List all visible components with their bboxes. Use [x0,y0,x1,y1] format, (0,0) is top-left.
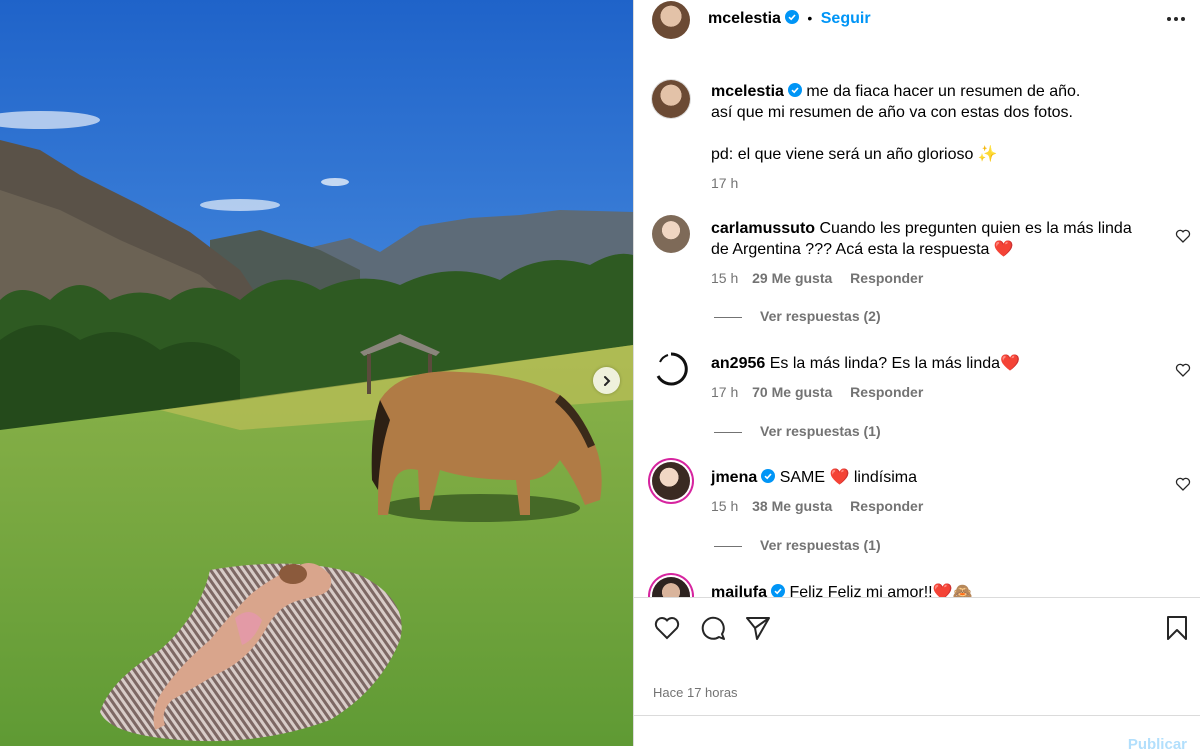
reply-button[interactable]: Responder [850,384,923,400]
author-avatar[interactable] [652,1,690,39]
view-replies-label: Ver respuestas (2) [760,308,881,324]
publish-button[interactable]: Publicar [1128,736,1187,753]
view-replies[interactable]: Ver respuestas (1) [714,423,881,439]
comment-body: jmena SAME ❤️ lindísima 15 h 38 Me gusta… [711,467,1151,517]
heart-icon[interactable] [653,614,681,642]
next-photo-button[interactable] [593,367,620,394]
caption-line-1: me da fiaca hacer un resumen de año. [806,83,1081,100]
commenter-avatar[interactable] [652,462,690,500]
caption-body: mcelestia me da fiaca hacer un resumen d… [711,81,1151,194]
comment-username[interactable]: an2956 [711,355,765,372]
comment-meta: 15 h 29 Me gusta Responder [711,268,1151,289]
chevron-right-icon [603,375,610,386]
comment-username[interactable]: jmena [711,469,757,486]
caption-line-2: así que mi resumen de año va con estas d… [711,104,1073,121]
circle-logo-icon [656,352,688,386]
caption-username[interactable]: mcelestia [711,83,784,100]
action-bar: Hace 17 horas [634,597,1200,716]
comment-likes[interactable]: 38 Me gusta [752,498,832,514]
comment-meta: 17 h 70 Me gusta Responder [711,382,1151,403]
commenter-avatar[interactable] [652,577,690,597]
comment-time: 17 h [711,384,739,400]
like-comment-icon[interactable] [1175,362,1191,378]
post-photo [0,0,633,746]
view-replies[interactable]: Ver respuestas (1) [714,537,881,553]
landscape-image [0,0,633,746]
verified-badge-icon [784,10,799,24]
like-comment-icon[interactable] [1175,228,1191,244]
like-comment-icon[interactable] [1175,476,1191,492]
comment-time: 15 h [711,498,739,514]
reply-button[interactable]: Responder [850,498,923,514]
caption-time: 17 h [711,175,739,191]
more-options-icon[interactable] [1165,10,1187,28]
separator-dot: • [807,10,813,26]
comment-input[interactable] [652,730,1096,748]
comment-body: mailufa Feliz Feliz mi amor!!❤️🙈 [711,582,1151,597]
reply-button[interactable]: Responder [850,270,923,286]
author-avatar[interactable] [652,80,690,118]
comment-icon[interactable] [699,614,727,642]
comment-text: Feliz Feliz mi amor!!❤️🙈 [789,584,973,597]
comment-username[interactable]: carlamussuto [711,220,815,237]
caption-line-3: pd: el que viene será un año glorioso ✨ [711,146,998,163]
comment-composer: Publicar [634,715,1200,753]
comment-body: an2956 Es la más linda? Es la más linda❤… [711,353,1151,403]
post-side-panel: mcelestia • Seguir mcelestia me da fiaca… [633,0,1200,753]
comment-likes[interactable]: 70 Me gusta [752,384,832,400]
bookmark-icon[interactable] [1163,614,1191,642]
comment-username[interactable]: mailufa [711,584,767,597]
verified-badge-icon [787,83,802,97]
comment-text: Es la más linda? Es la más linda❤️ [769,355,1020,372]
follow-button[interactable]: Seguir [821,10,871,27]
commenter-avatar[interactable] [652,350,690,388]
comment-text: SAME ❤️ lindísima [779,469,917,486]
comment-time: 15 h [711,270,739,286]
post-time: Hace 17 horas [653,685,738,700]
comment-body: carlamussuto Cuando les pregunten quien … [711,218,1151,289]
commenter-avatar[interactable] [652,215,690,253]
view-replies-label: Ver respuestas (1) [760,423,881,439]
caption-meta: 17 h [711,173,1151,194]
view-replies-label: Ver respuestas (1) [760,537,881,553]
author-username[interactable]: mcelestia [708,10,781,27]
post-header: mcelestia • Seguir [634,0,1200,39]
share-icon[interactable] [744,614,772,642]
comment-meta: 15 h 38 Me gusta Responder [711,496,1151,517]
verified-badge-icon [771,584,786,597]
verified-badge-icon [761,469,776,483]
view-replies[interactable]: Ver respuestas (2) [714,308,881,324]
header-identity: mcelestia • Seguir [708,10,871,28]
comment-likes[interactable]: 29 Me gusta [752,270,832,286]
comments-list[interactable]: mcelestia me da fiaca hacer un resumen d… [634,58,1200,597]
